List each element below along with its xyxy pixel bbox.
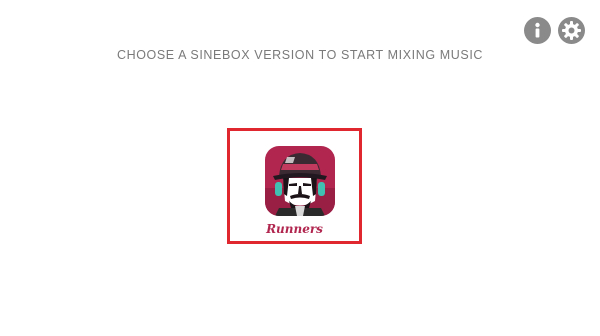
info-button[interactable]	[524, 17, 551, 44]
settings-button[interactable]	[558, 17, 585, 44]
runners-app-icon	[265, 146, 335, 216]
info-icon	[535, 22, 540, 38]
page-headline: CHOOSE A SINEBOX VERSION TO START MIXING…	[116, 48, 484, 62]
version-label: Runners	[266, 222, 323, 236]
gear-icon	[562, 21, 581, 40]
top-toolbar	[524, 17, 585, 44]
version-card-runners[interactable]: Runners	[227, 128, 362, 244]
